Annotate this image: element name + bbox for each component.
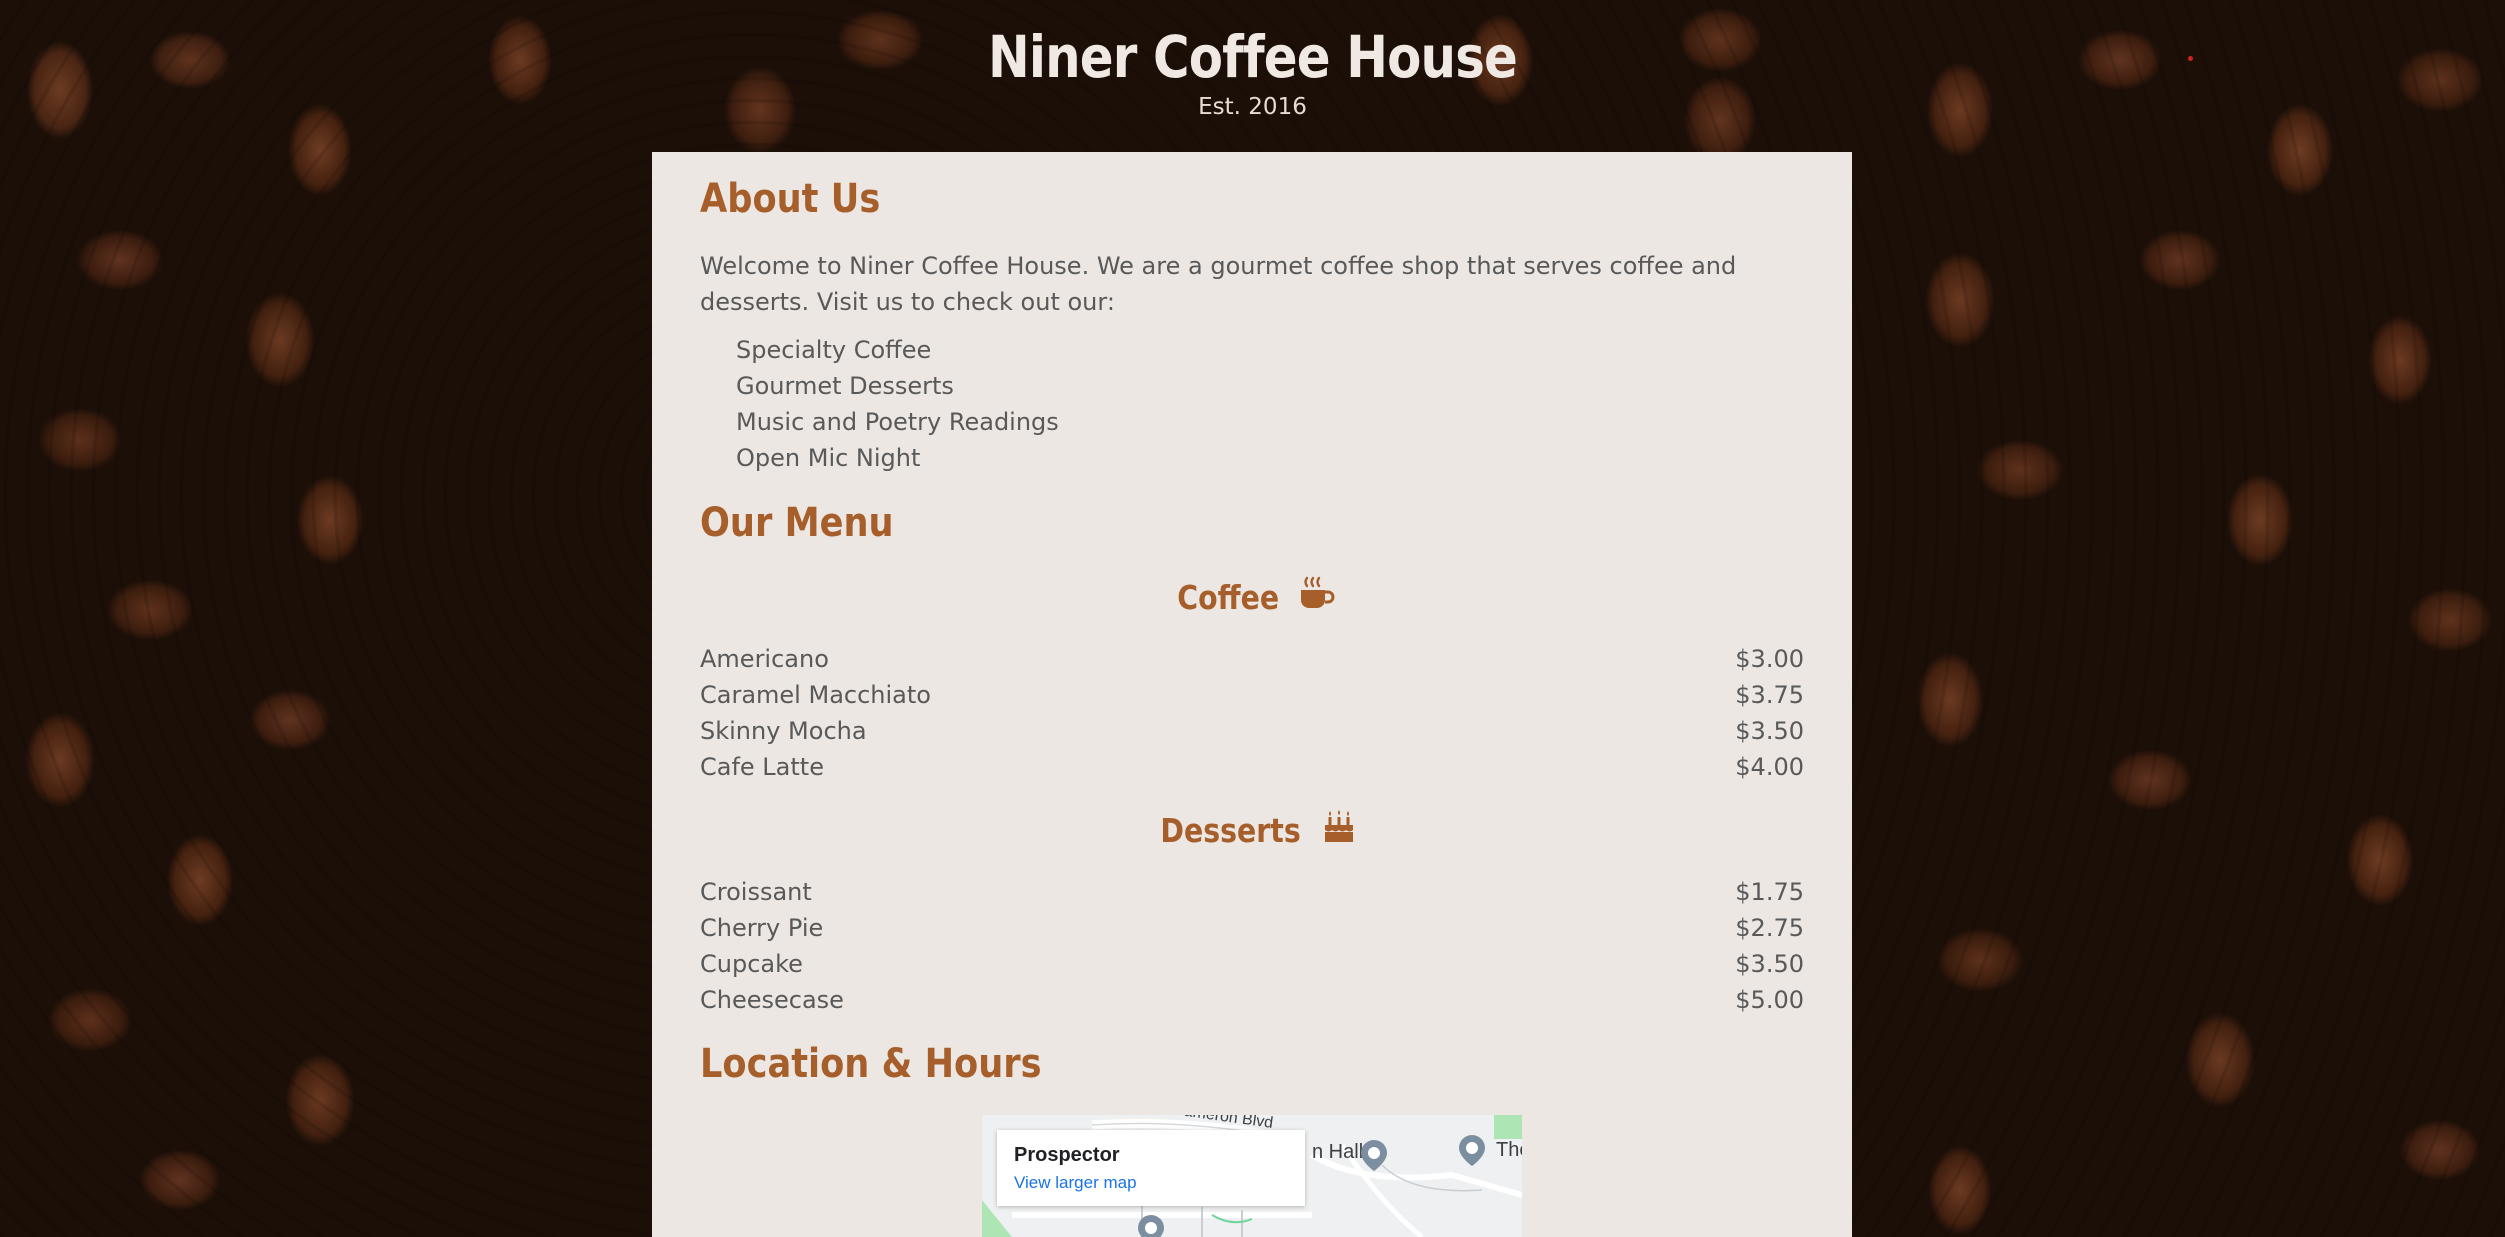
desserts-subheading: Desserts	[652, 809, 1852, 851]
site-established: Est. 2016	[1198, 94, 1307, 120]
map-place-label: The	[1496, 1139, 1522, 1161]
features-list: Specialty Coffee Gourmet Desserts Music …	[736, 332, 1059, 476]
menu-item-price: $2.75	[1735, 914, 1804, 942]
menu-item-price: $3.00	[1735, 645, 1804, 673]
coffee-subheading: Coffee	[652, 576, 1852, 618]
about-heading: About Us	[700, 176, 881, 222]
menu-item: Caramel Macchiato $3.75	[700, 677, 1804, 713]
menu-item-name: Caramel Macchiato	[700, 681, 931, 709]
birthday-cake-icon	[1323, 809, 1355, 851]
menu-item: Croissant $1.75	[700, 874, 1804, 910]
menu-item: Skinny Mocha $3.50	[700, 713, 1804, 749]
menu-item-price: $1.75	[1735, 878, 1804, 906]
feature-item: Gourmet Desserts	[736, 372, 954, 400]
menu-item-name: Skinny Mocha	[700, 717, 867, 745]
menu-item-name: Cupcake	[700, 950, 803, 978]
coffee-label: Coffee	[1177, 577, 1279, 617]
view-larger-map-link[interactable]: View larger map	[1014, 1173, 1288, 1193]
embedded-map[interactable]: Cameron Blvd n Hall The Prospector View …	[982, 1115, 1522, 1237]
site-header: Niner Coffee House Est. 2016	[0, 0, 2505, 152]
menu-item-name: Cherry Pie	[700, 914, 824, 942]
menu-item: Americano $3.00	[700, 641, 1804, 677]
site-title: Niner Coffee House	[987, 23, 1518, 91]
map-place-label: n Hall	[1312, 1141, 1364, 1163]
menu-item: Cupcake $3.50	[700, 946, 1804, 982]
map-place-name: Prospector	[1014, 1144, 1120, 1166]
menu-item-name: Croissant	[700, 878, 812, 906]
menu-item: Cheesecase $5.00	[700, 982, 1804, 1018]
red-dot	[2188, 56, 2193, 61]
map-info-card: Prospector View larger map	[997, 1130, 1305, 1206]
desserts-label: Desserts	[1160, 810, 1302, 850]
coffee-menu-list: Americano $3.00 Caramel Macchiato $3.75 …	[700, 641, 1804, 785]
desserts-menu-list: Croissant $1.75 Cherry Pie $2.75 Cupcake…	[700, 874, 1804, 1018]
menu-item-name: Cafe Latte	[700, 753, 824, 781]
menu-item-price: $4.00	[1735, 753, 1804, 781]
feature-item: Open Mic Night	[736, 444, 921, 472]
menu-item-name: Americano	[700, 645, 829, 673]
menu-item-price: $5.00	[1735, 986, 1804, 1014]
menu-item: Cherry Pie $2.75	[700, 910, 1804, 946]
coffee-cup-icon	[1297, 576, 1335, 618]
menu-item-price: $3.75	[1735, 681, 1804, 709]
menu-item-price: $3.50	[1735, 950, 1804, 978]
location-heading: Location & Hours	[700, 1041, 1042, 1087]
main-content-card: About Us Welcome to Niner Coffee House. …	[652, 152, 1852, 1237]
menu-item-price: $3.50	[1735, 717, 1804, 745]
about-text: Welcome to Niner Coffee House. We are a …	[700, 252, 1737, 316]
feature-item: Specialty Coffee	[736, 336, 932, 364]
menu-item: Cafe Latte $4.00	[700, 749, 1804, 785]
menu-item-name: Cheesecase	[700, 986, 844, 1014]
menu-heading: Our Menu	[700, 500, 894, 546]
feature-item: Music and Poetry Readings	[736, 408, 1059, 436]
